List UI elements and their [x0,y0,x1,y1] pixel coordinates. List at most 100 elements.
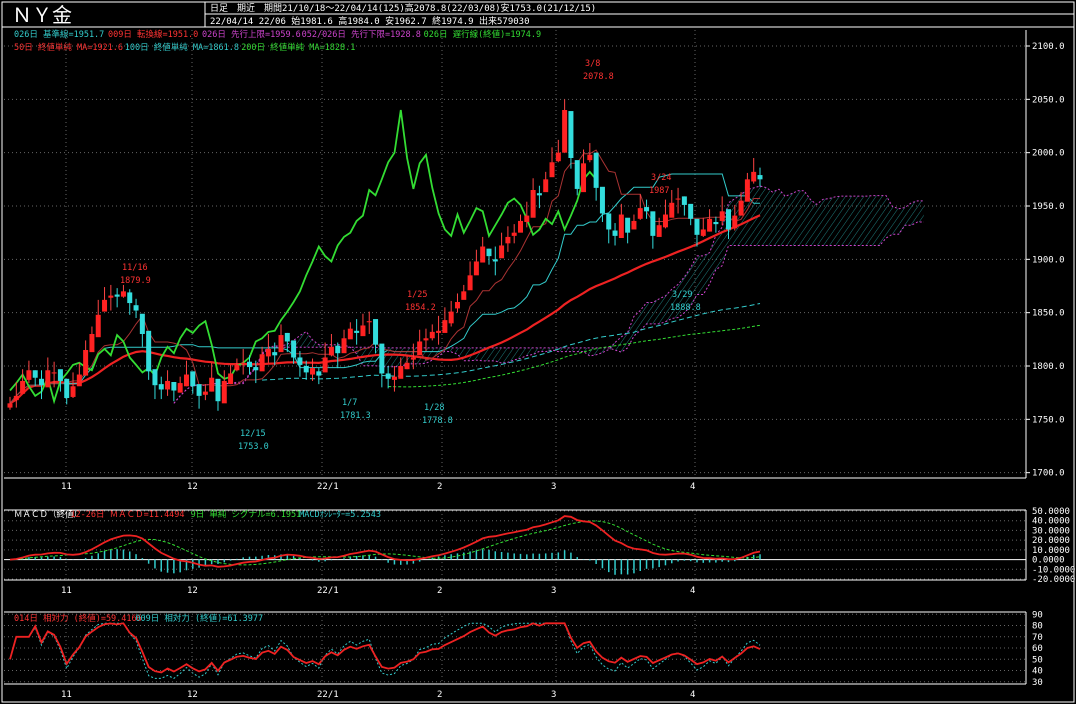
macd-ytick-3: 20.0000 [1032,536,1070,546]
candle-body [228,373,234,385]
candle-body [530,190,536,218]
candle-body [568,111,574,158]
annotation-date-2: 1/7 [342,398,357,408]
candle-body [410,357,416,360]
candle-body [467,275,473,291]
candle-body [139,313,145,334]
candle-body [196,384,202,396]
candle-body [171,382,177,391]
candle-body [114,294,120,297]
main-ytick-8: 2100.0 [1032,42,1065,52]
candle-body [202,391,208,395]
candle-body [373,319,379,345]
candle-body [190,371,196,387]
candle-body [404,362,410,370]
candle-body [536,193,542,196]
candle-body [581,163,587,193]
annotation-date-3: 1/25 [407,290,427,300]
annotation-value-0: 1879.9 [120,276,151,286]
candle-body [593,152,599,188]
candle-body [291,340,297,358]
candle-body [751,171,757,182]
rsi-xtick-1: 12 [187,690,198,700]
candle-body [259,354,265,372]
candle-body [562,110,568,153]
candle-body [108,295,114,298]
candle-body [221,380,227,404]
candle-body [625,217,631,233]
candle-body [518,220,524,233]
candle-body [454,302,460,309]
candle-body [272,352,278,356]
rsi-ytick-2: 70 [1032,633,1043,643]
candle-body [700,229,706,236]
main-ytick-5: 1950.0 [1032,202,1065,212]
macd-ytick-6: -10.0000 [1032,565,1075,575]
candle-body [45,370,51,388]
macd-xtick-0: 11 [61,586,72,596]
macd-ytick-1: 40.0000 [1032,517,1070,527]
chart-canvas: ＮＹ金 日足 期近 期間21/10/18～22/04/14(125)高2078.8… [1,1,1075,703]
macd-ytick-4: 10.0000 [1032,546,1070,556]
candle-body [662,214,668,228]
main-ytick-4: 1900.0 [1032,255,1065,265]
main-ytick-0: 1700.0 [1032,469,1065,479]
annotation-value-7: 1888.8 [670,303,701,313]
candle-body [448,311,454,324]
candle-body [618,214,624,238]
candle-body [719,211,725,221]
rsi-xtick-4: 3 [551,690,556,700]
main-ytick-7: 2050.0 [1032,95,1065,105]
candle-body [183,374,189,387]
macd-ytick-0: 50.0000 [1032,507,1070,517]
rsi-xtick-2: 22/1 [317,690,339,700]
candle-body [265,348,271,357]
rsi-legend-0: 014日 相対力 (終値)=59.4166 [14,613,142,624]
candle-body [461,291,467,300]
annotation-date-0: 11/16 [122,263,148,273]
rsi-xtick-3: 2 [437,690,442,700]
main-ytick-2: 1800.0 [1032,362,1065,372]
candle-body [543,179,549,193]
main-xtick-1: 12 [187,482,198,492]
candle-body [26,370,32,380]
legend-row1-2: 026日 先行上限=1959.6 [202,29,301,40]
candle-body [297,357,303,365]
candle-body [486,248,492,257]
macd-xtick-4: 3 [551,586,556,596]
rsi-ytick-0: 90 [1032,610,1043,620]
candle-body [64,378,70,398]
candle-body [681,196,687,205]
chart-title: ＮＹ金 [12,3,72,27]
candle-body [606,213,612,230]
rsi-xtick-5: 4 [690,690,695,700]
main-xtick-3: 2 [437,482,442,492]
macd-xtick-1: 12 [187,586,198,596]
candle-body [70,386,76,397]
main-ytick-3: 1850.0 [1032,309,1065,319]
ichimoku-cloud [173,186,924,404]
candle-body [7,403,13,408]
candle-body [152,369,158,386]
candle-body [303,366,309,373]
macd-legend-1: 12-26日 ＭＡＣＤ=11.4494 [70,510,184,520]
legend-row2-2: 200日 終値単純 MA=1828.1 [241,42,355,53]
candle-body [209,377,215,392]
candle-body [240,362,246,364]
candle-body [246,361,252,368]
candle-body [391,376,397,380]
candle-body [511,232,517,236]
candle-body [631,220,637,230]
candle-body [637,208,643,219]
candle-body [492,259,498,262]
candle-body [335,345,341,354]
main-ytick-6: 2000.0 [1032,149,1065,159]
candle-body [429,331,435,339]
candle-body [13,395,19,401]
candle-body [436,330,442,333]
candle-body [379,343,385,374]
candle-body [354,330,360,333]
candle-body [644,207,650,212]
candle-body [341,338,347,354]
candle-body [127,292,133,304]
